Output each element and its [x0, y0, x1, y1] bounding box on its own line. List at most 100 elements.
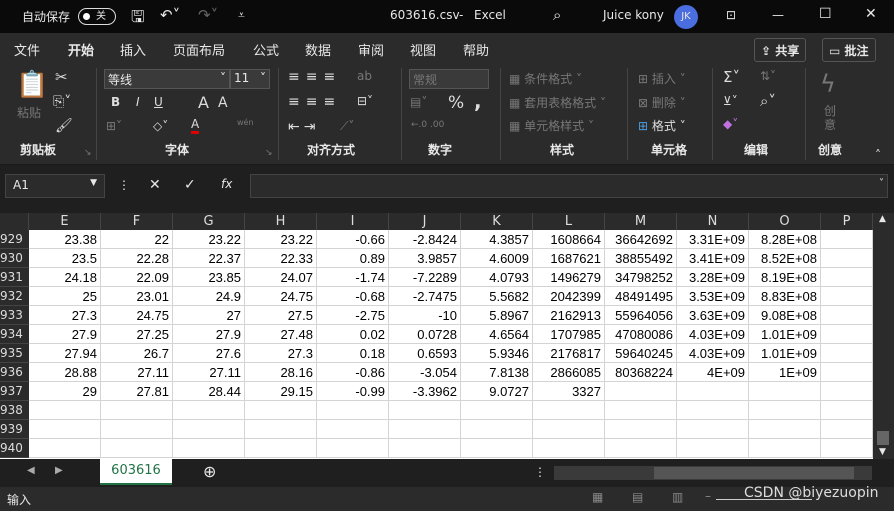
cell[interactable]: 8.52E+08: [749, 249, 821, 268]
cell[interactable]: 1687621: [533, 249, 605, 268]
cell[interactable]: 27.5: [245, 306, 317, 325]
vertical-align-icons[interactable]: ≡≡≡: [288, 69, 341, 85]
cell[interactable]: 2176817: [533, 344, 605, 363]
cell[interactable]: [821, 439, 873, 458]
cell[interactable]: 47080086: [605, 325, 677, 344]
cell[interactable]: -0.66: [317, 230, 389, 249]
cell[interactable]: 22.33: [245, 249, 317, 268]
cell[interactable]: [605, 382, 677, 401]
cell[interactable]: 28.44: [173, 382, 245, 401]
tab-review[interactable]: 审阅: [358, 40, 384, 59]
cell[interactable]: 25: [29, 287, 101, 306]
tab-help[interactable]: 帮助: [463, 40, 489, 59]
font-color-button[interactable]: A: [191, 118, 200, 134]
phonetic-button[interactable]: wén: [237, 118, 254, 127]
tab-formulas[interactable]: 公式: [253, 40, 279, 59]
cell[interactable]: [605, 439, 677, 458]
search-icon[interactable]: ⌕: [553, 6, 561, 24]
cell[interactable]: [533, 420, 605, 439]
column-header-P[interactable]: P: [821, 213, 873, 230]
cell[interactable]: 27.11: [173, 363, 245, 382]
cell[interactable]: 27.9: [29, 325, 101, 344]
cell[interactable]: 4.03E+09: [677, 344, 749, 363]
dialog-launcher-icon[interactable]: ↘: [84, 148, 92, 158]
cell[interactable]: [821, 306, 873, 325]
cell[interactable]: 4.6009: [461, 249, 533, 268]
format-painter-icon[interactable]: 🖌: [55, 118, 73, 134]
comments-button[interactable]: ▭ 批注: [822, 38, 876, 62]
cell[interactable]: 5.8967: [461, 306, 533, 325]
cell[interactable]: [245, 439, 317, 458]
cell[interactable]: [173, 439, 245, 458]
cell[interactable]: 36642692: [605, 230, 677, 249]
format-as-table-button[interactable]: ▦ 套用表格格式 ˅: [509, 94, 606, 111]
cell[interactable]: 3.41E+09: [677, 249, 749, 268]
cell[interactable]: [677, 382, 749, 401]
column-header-I[interactable]: I: [317, 213, 389, 230]
name-box[interactable]: A1 ▼: [5, 174, 105, 198]
cell[interactable]: [821, 382, 873, 401]
share-button[interactable]: ⇪ 共享: [754, 38, 807, 62]
grow-font-button[interactable]: A: [198, 93, 209, 112]
row-header[interactable]: 930: [0, 249, 29, 268]
cell[interactable]: 22.28: [101, 249, 173, 268]
cell[interactable]: [821, 401, 873, 420]
percent-button[interactable]: %: [448, 93, 464, 113]
dialog-launcher-icon[interactable]: ↘: [265, 148, 273, 158]
sort-filter-icon[interactable]: ⇅˅: [760, 69, 776, 83]
cell[interactable]: 23.22: [173, 230, 245, 249]
wrap-text-icon[interactable]: ab: [357, 69, 372, 83]
cell[interactable]: [101, 439, 173, 458]
cell[interactable]: [821, 230, 873, 249]
creativity-label[interactable]: 创意: [824, 104, 836, 132]
cell[interactable]: 9.08E+08: [749, 306, 821, 325]
cell[interactable]: 22.37: [173, 249, 245, 268]
insert-function-icon[interactable]: fx: [221, 177, 232, 191]
column-header-O[interactable]: O: [749, 213, 821, 230]
cell[interactable]: 4.3857: [461, 230, 533, 249]
cell[interactable]: 0.02: [317, 325, 389, 344]
cell[interactable]: -3.3962: [389, 382, 461, 401]
cell[interactable]: [29, 420, 101, 439]
cell[interactable]: 4.0793: [461, 268, 533, 287]
row-header[interactable]: 932: [0, 287, 29, 306]
bold-button[interactable]: B: [111, 95, 120, 109]
row-header[interactable]: 937: [0, 382, 29, 401]
column-header-L[interactable]: L: [533, 213, 605, 230]
cell[interactable]: [821, 344, 873, 363]
cell[interactable]: 3.31E+09: [677, 230, 749, 249]
cell[interactable]: 80368224: [605, 363, 677, 382]
cell[interactable]: 8.28E+08: [749, 230, 821, 249]
cell[interactable]: 0.89: [317, 249, 389, 268]
fill-color-icon[interactable]: ◇˅: [153, 119, 168, 133]
cell[interactable]: 29.15: [245, 382, 317, 401]
cell[interactable]: [101, 420, 173, 439]
cell[interactable]: 24.75: [101, 306, 173, 325]
conditional-formatting-button[interactable]: ▦ 条件格式 ˅: [509, 70, 582, 87]
cell[interactable]: [389, 439, 461, 458]
tab-home[interactable]: 开始: [68, 40, 95, 65]
cell[interactable]: 27.94: [29, 344, 101, 363]
page-break-view-icon[interactable]: ▥: [672, 490, 683, 504]
cell[interactable]: 9.0727: [461, 382, 533, 401]
collapse-ribbon-icon[interactable]: ˄: [875, 148, 881, 162]
cell[interactable]: [749, 439, 821, 458]
cut-icon[interactable]: ✂: [55, 68, 68, 86]
column-header-K[interactable]: K: [461, 213, 533, 230]
tab-data[interactable]: 数据: [305, 40, 331, 59]
cell[interactable]: [749, 401, 821, 420]
save-icon[interactable]: 🖫: [131, 6, 145, 33]
cell[interactable]: [317, 439, 389, 458]
cell[interactable]: 4.03E+09: [677, 325, 749, 344]
copy-icon[interactable]: ⎘˅: [53, 94, 71, 110]
row-header[interactable]: 935: [0, 344, 29, 363]
cell[interactable]: 0.18: [317, 344, 389, 363]
shrink-font-button[interactable]: A: [218, 95, 228, 111]
orientation-icon[interactable]: ⟋˅: [340, 119, 354, 134]
fill-icon[interactable]: ⊻˅: [723, 94, 738, 108]
cell[interactable]: 26.7: [101, 344, 173, 363]
cell[interactable]: 3.9857: [389, 249, 461, 268]
cell[interactable]: [821, 287, 873, 306]
comma-button[interactable]: ,: [474, 89, 482, 113]
sheet-tab-603616[interactable]: 603616: [100, 459, 172, 485]
